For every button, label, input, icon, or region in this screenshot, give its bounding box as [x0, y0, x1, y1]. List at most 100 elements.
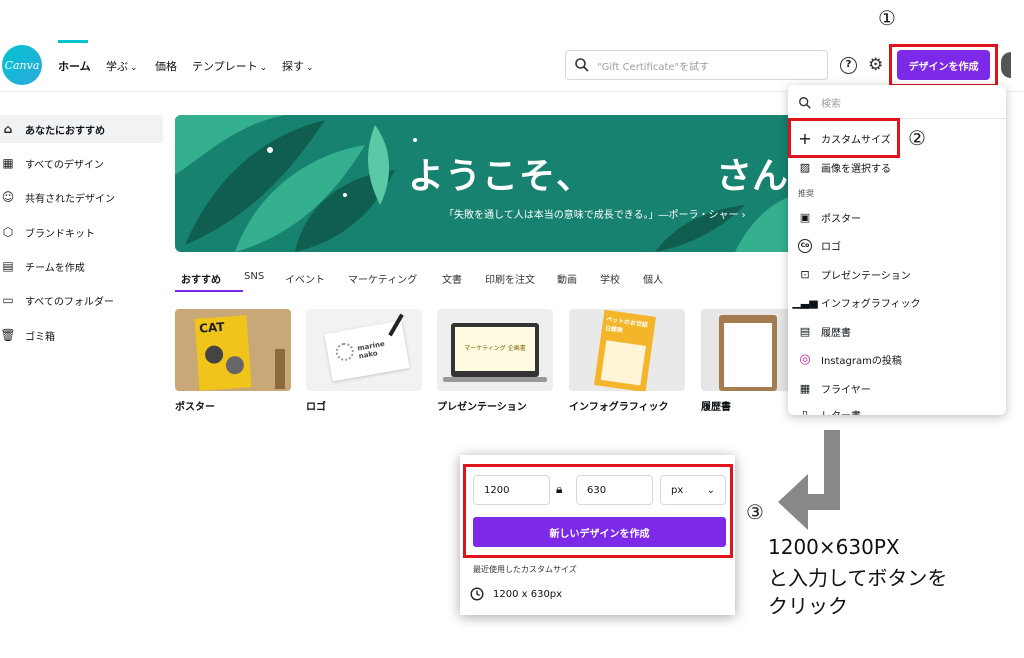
canva-logo[interactable]: Canva: [2, 45, 42, 85]
width-field[interactable]: 1200: [473, 475, 550, 505]
tab-active-underline: [175, 290, 243, 292]
avatar[interactable]: [1001, 52, 1011, 78]
card-label-logo: ロゴ: [306, 402, 326, 413]
dropdown-item-poster[interactable]: ▣ ポスター: [798, 210, 861, 225]
dropdown-item-label: フライヤー: [821, 385, 871, 396]
sidebar-item-trash[interactable]: 🗑 ゴミ箱: [0, 321, 163, 349]
card-label-resume: 履歴書: [701, 402, 731, 413]
nav-home[interactable]: ホーム: [58, 58, 91, 74]
logo-thumbnail-text: marine nako: [356, 339, 386, 361]
height-field[interactable]: 630: [576, 475, 653, 505]
dropdown-item-infographic[interactable]: ▁▃▅ インフォグラフィック: [792, 295, 921, 310]
dropdown-custom-size-label: カスタムサイズ: [821, 135, 891, 146]
nav-discover-label: 探す: [282, 60, 304, 73]
dropdown-section-recommended: 推奨: [798, 189, 814, 198]
dropdown-item-presentation[interactable]: ⊡ プレゼンテーション: [798, 267, 911, 282]
template-card-infographic[interactable]: ペットのお世話 日課表: [569, 309, 685, 391]
sidebar-item-all-designs[interactable]: ▦ すべてのデザイン: [0, 149, 163, 177]
search-icon: [575, 58, 589, 72]
tab-school[interactable]: 学校: [600, 271, 620, 286]
dropdown-item-flyer[interactable]: ▦ フライヤー: [798, 381, 871, 396]
poster-thumbnail: CAT: [194, 315, 252, 391]
chevron-down-icon: ⌄: [259, 63, 268, 73]
people-icon: ☺: [1, 190, 15, 204]
presentation-icon: ⊡: [800, 268, 810, 281]
tab-events[interactable]: イベント: [285, 271, 325, 286]
sidebar-item-shared[interactable]: ☺ 共有されたデザイン: [0, 183, 163, 211]
nav-pricing[interactable]: 価格: [155, 58, 177, 74]
sidebar-item-label: チームを作成: [25, 262, 85, 274]
dropdown-item-label: 履歴書: [821, 328, 851, 339]
folder-icon: ▭: [2, 293, 14, 307]
dropdown-search[interactable]: 検索: [798, 95, 841, 110]
dropdown-select-image[interactable]: ▨ 画像を選択する: [798, 160, 891, 175]
card-label-presentation: プレゼンテーション: [437, 402, 527, 413]
nav-templates[interactable]: テンプレート ⌄: [192, 58, 267, 74]
tab-documents[interactable]: 文書: [442, 271, 462, 286]
create-design-button[interactable]: デザインを作成: [897, 50, 990, 80]
welcome-title: ようこそ、: [408, 156, 594, 197]
nav-templates-label: テンプレート: [192, 60, 258, 73]
dropdown-item-logo[interactable]: Co ロゴ: [798, 238, 841, 253]
dropdown-item-resume[interactable]: ▤ 履歴書: [798, 324, 851, 339]
create-new-design-button[interactable]: 新しいデザインを作成: [473, 517, 726, 547]
infographic-thumbnail: ペットのお世話 日課表: [593, 309, 657, 391]
dropdown-item-label: レター書: [821, 407, 861, 415]
flyer-icon: ▦: [799, 382, 811, 395]
template-card-poster[interactable]: CAT: [175, 309, 291, 391]
recent-size-item[interactable]: 1200 x 630px: [470, 587, 562, 601]
dropdown-item-label: プレゼンテーション: [821, 271, 911, 282]
tab-marketing[interactable]: マーケティング: [348, 271, 417, 286]
card-label-infographic: インフォグラフィック: [569, 402, 669, 413]
template-card-logo[interactable]: marine nako: [306, 309, 422, 391]
unit-select[interactable]: px ⌄: [660, 475, 726, 505]
brand-icon: ⬡: [2, 225, 14, 239]
chevron-down-icon: ⌄: [130, 63, 138, 73]
sidebar-item-label: ゴミ箱: [25, 331, 55, 343]
sidebar-item-team[interactable]: ▤ チームを作成: [0, 252, 163, 280]
dropdown-item-label: ポスター: [821, 214, 861, 225]
tab-recommended[interactable]: おすすめ: [181, 271, 221, 286]
grid-icon: ▦: [2, 156, 14, 170]
template-card-presentation[interactable]: マーケティング 企画書: [437, 309, 553, 391]
arrow-left-icon: [778, 474, 808, 530]
sidebar-item-folders[interactable]: ▭ すべてのフォルダー: [0, 286, 163, 314]
instruction-line-2: と入力してボタンを: [768, 566, 948, 590]
plus-icon: +: [798, 129, 812, 148]
gear-icon[interactable]: ⚙: [868, 55, 883, 75]
dropdown-item-instagram[interactable]: ◎ Instagramの投稿: [798, 352, 902, 367]
tab-video[interactable]: 動画: [557, 271, 577, 286]
search-placeholder: "Gift Certificate"を試す: [597, 62, 710, 73]
dropdown-select-image-label: 画像を選択する: [821, 164, 891, 175]
bar-chart-icon: ▁▃▅: [792, 296, 818, 309]
sidebar-item-label: ブランドキット: [25, 228, 95, 240]
building-icon: ▤: [2, 259, 14, 273]
sidebar-item-for-you[interactable]: ⌂ あなたにおすすめ: [0, 115, 163, 143]
poster-icon: ▣: [799, 211, 811, 224]
lock-icon[interactable]: 🔒︎: [556, 482, 562, 497]
dropdown-custom-size[interactable]: + カスタムサイズ: [798, 129, 891, 148]
chevron-down-icon: ⌄: [306, 63, 314, 73]
help-icon[interactable]: ?: [840, 57, 857, 74]
sidebar-item-label: すべてのデザイン: [25, 159, 104, 171]
dropdown-search-placeholder: 検索: [821, 99, 841, 110]
step1-label: ①: [878, 6, 896, 30]
tab-print[interactable]: 印刷を注文: [485, 271, 535, 286]
doc-icon: ▯: [801, 407, 809, 416]
welcome-quote[interactable]: 「失敗を通して人は本当の意味で成長できる。」―ポーラ・シャー ›: [444, 206, 746, 221]
nav-learn[interactable]: 学ぶ ⌄: [106, 58, 138, 74]
dropdown-item-label: インフォグラフィック: [821, 299, 921, 310]
tab-sns[interactable]: SNS: [244, 271, 264, 282]
dropdown-item-label: Instagramの投稿: [821, 356, 902, 367]
recent-size-label: 1200 x 630px: [493, 588, 563, 600]
resume-thumbnail: [719, 315, 777, 391]
sidebar-item-label: あなたにおすすめ: [25, 125, 105, 137]
template-card-resume[interactable]: [701, 309, 791, 391]
dropdown-item-label: ロゴ: [821, 242, 841, 253]
tab-personal[interactable]: 個人: [643, 271, 663, 286]
nav-discover[interactable]: 探す ⌄: [282, 58, 314, 74]
dropdown-item-doc[interactable]: ▯ レター書: [798, 407, 861, 416]
home-icon: ⌂: [3, 122, 13, 136]
sidebar-item-brand-kit[interactable]: ⬡ ブランドキット: [0, 218, 163, 246]
image-icon: ▨: [799, 161, 811, 174]
